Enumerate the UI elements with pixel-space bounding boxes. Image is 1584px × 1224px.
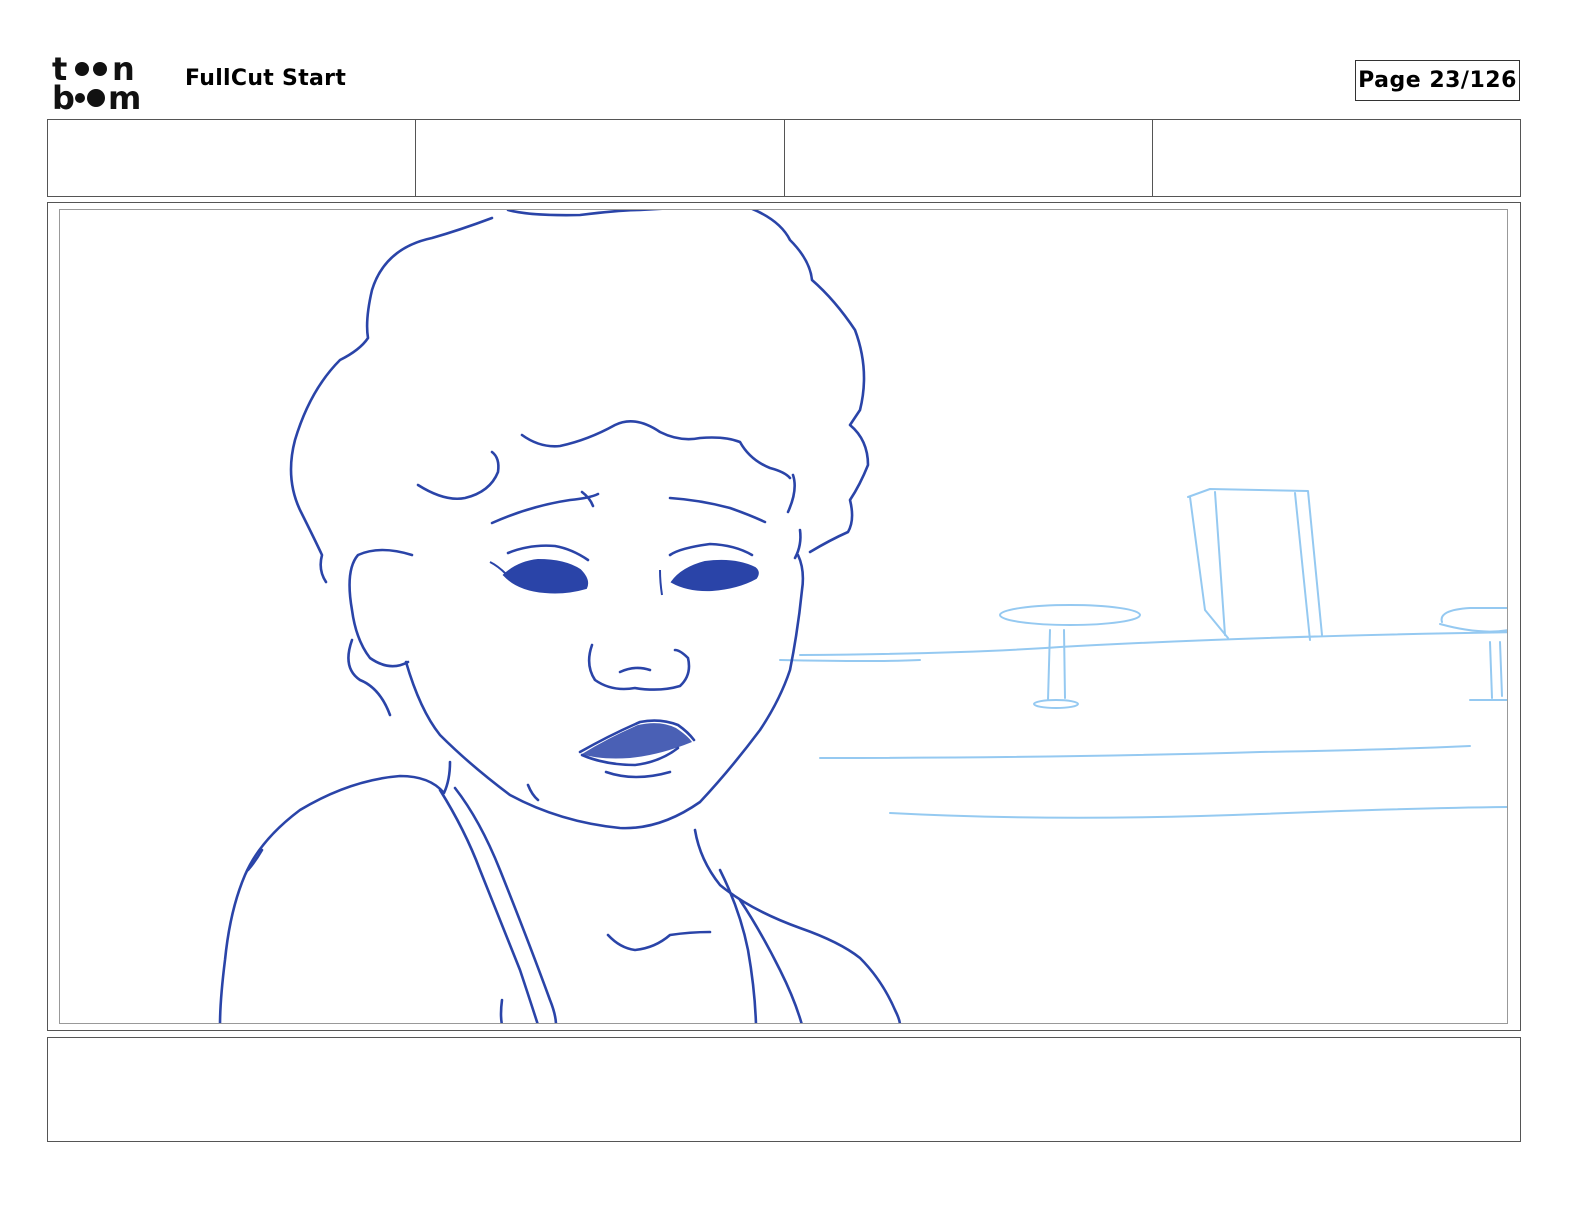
info-cell-1: [48, 120, 417, 196]
info-cell-3: [785, 120, 1153, 196]
storyboard-panel-image: [59, 209, 1508, 1024]
dialogue-box: [47, 1037, 1521, 1142]
character-eyes: [489, 558, 759, 596]
character-sketch: [218, 210, 902, 1023]
svg-text:b: b: [52, 79, 75, 112]
svg-text:m: m: [108, 79, 141, 112]
info-cell-4: [1153, 120, 1520, 196]
toonboom-logo: t n b m: [52, 52, 162, 112]
background-sketch: [779, 488, 1507, 819]
info-cell-2: [416, 120, 785, 196]
project-title: FullCut Start: [185, 66, 347, 91]
page-number: Page 23/126: [1355, 60, 1520, 101]
panel-info-row: [47, 119, 1521, 197]
